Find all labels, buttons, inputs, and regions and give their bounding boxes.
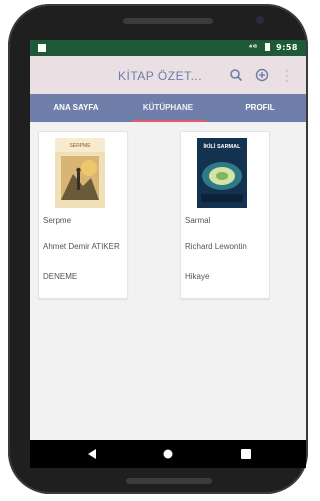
book-author: Ahmet Demir ATIKER [43, 242, 120, 251]
more-vert-icon[interactable] [285, 69, 289, 83]
status-bar: ⁴ᴳ 9:58 [30, 40, 306, 56]
book-author: Richard Lewontin [185, 242, 247, 251]
app-title: KİTAP ÖZET... [118, 69, 203, 83]
tab-kutuphane[interactable]: KÜTÜPHANE [122, 94, 214, 122]
back-icon[interactable] [86, 448, 98, 460]
book-genre: DENEME [43, 272, 78, 281]
book-card-sarmal[interactable]: İKİLİ SARMAL Sarmal Richard Lewontin Hik… [180, 131, 270, 299]
app-bar: KİTAP ÖZET... [30, 56, 306, 94]
book-genre: Hikaye [185, 272, 210, 281]
speaker-grill-bottom [126, 478, 212, 484]
add-circle-icon[interactable] [255, 68, 269, 82]
svg-text:SERPME: SERPME [69, 143, 91, 149]
book-card-serpme[interactable]: SERPME Serpme Ahmet Demir ATIKER DENEME [38, 131, 128, 299]
device-screen: ⁴ᴳ 9:58 KİTAP ÖZET... ANA SAYFA KÜTÜPHAN… [30, 40, 306, 468]
speaker-grill [123, 18, 213, 24]
book-title: Serpme [43, 216, 72, 225]
tab-bar: ANA SAYFA KÜTÜPHANE PROFIL [30, 94, 306, 122]
book-title: Sarmal [185, 216, 211, 225]
book-cover-sarmal: İKİLİ SARMAL [197, 138, 247, 208]
sim-card-icon [38, 44, 46, 52]
search-icon[interactable] [229, 68, 243, 82]
navigation-bar [30, 440, 306, 468]
camera-icon [256, 16, 264, 24]
svg-text:İKİLİ SARMAL: İKİLİ SARMAL [204, 143, 242, 150]
phone-frame: ⁴ᴳ 9:58 KİTAP ÖZET... ANA SAYFA KÜTÜPHAN… [8, 4, 308, 494]
status-right: ⁴ᴳ 9:58 [249, 43, 298, 52]
book-cover-serpme: SERPME [55, 138, 105, 208]
tab-ana-sayfa[interactable]: ANA SAYFA [30, 94, 122, 122]
tab-profil[interactable]: PROFIL [214, 94, 306, 122]
battery-icon [264, 43, 270, 51]
home-icon[interactable] [162, 448, 174, 460]
signal-icon: ⁴ᴳ [248, 43, 258, 52]
clock: 9:58 [276, 43, 298, 52]
recent-apps-icon[interactable] [241, 449, 251, 459]
tab-indicator [132, 120, 206, 122]
